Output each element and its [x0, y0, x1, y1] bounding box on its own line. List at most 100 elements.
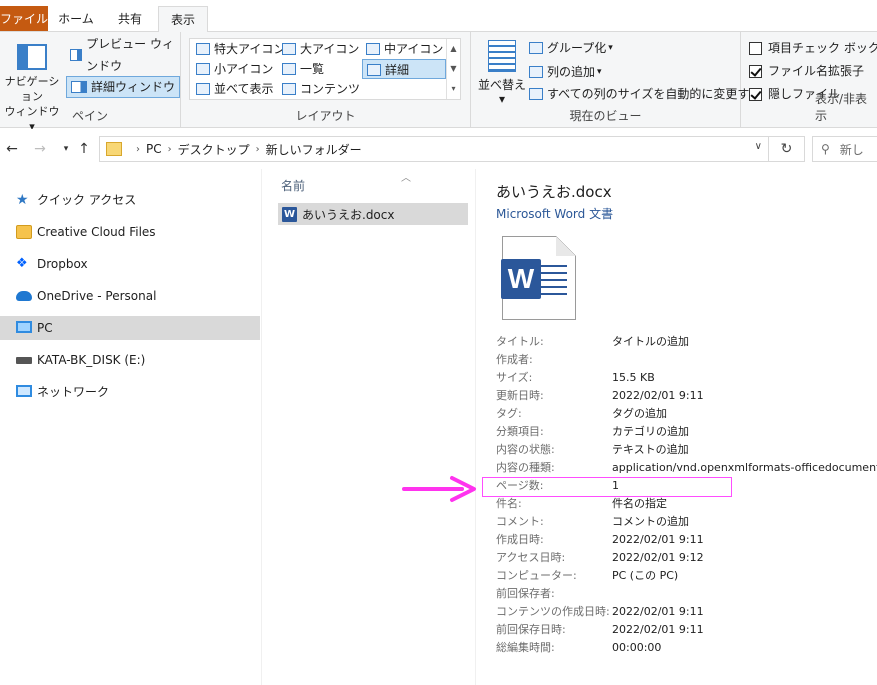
gallery-expand-icon[interactable]: ▾	[447, 79, 460, 99]
refresh-button[interactable]: ↻	[769, 136, 805, 162]
forward-button[interactable]: →	[30, 139, 50, 159]
address-toolbar: ← → ▾ ↑ › PC › デスクトップ › 新しいフォルダー ∨ ↻ ⚲ 新…	[0, 129, 877, 169]
property-value[interactable]: 件名の指定	[612, 495, 667, 513]
network-icon	[16, 385, 32, 397]
pc-icon	[16, 321, 32, 333]
layout-tiles[interactable]: 並べて表示	[192, 79, 278, 99]
property-value[interactable]: カテゴリの追加	[612, 423, 689, 441]
group-by-label: グループ化	[547, 41, 607, 55]
sort-by-button[interactable]: 並べ替え▾	[477, 40, 527, 106]
navigation-pane: ★ クイック アクセス Creative Cloud Files ❖ Dropb…	[0, 169, 262, 685]
breadcrumb-pc[interactable]: PC	[146, 142, 162, 156]
layout-content[interactable]: コンテンツ	[278, 79, 362, 99]
search-placeholder: 新し	[839, 142, 864, 157]
property-value[interactable]: コメントの追加	[612, 513, 689, 531]
nav-item-onedrive[interactable]: OneDrive - Personal	[0, 284, 260, 308]
property-value[interactable]: 2022/02/01 9:11	[612, 621, 704, 639]
breadcrumb-desktop[interactable]: デスクトップ	[178, 141, 250, 158]
layout-small-icons[interactable]: 小アイコン	[192, 59, 278, 79]
nav-item-dropbox[interactable]: ❖ Dropbox	[0, 252, 260, 276]
details-file-name: あいうえお.docx	[496, 183, 612, 201]
property-value[interactable]: 15.5 KB	[612, 369, 655, 387]
scroll-up-icon[interactable]: ▲	[447, 39, 460, 59]
preview-pane-button[interactable]: プレビュー ウィンドウ	[66, 37, 180, 73]
navigation-pane-icon	[17, 44, 47, 70]
file-row[interactable]: W あいうえお.docx	[278, 203, 468, 225]
breadcrumb-new-folder[interactable]: 新しいフォルダー	[266, 141, 362, 158]
file-list: ︿ 名前 W あいうえお.docx	[263, 169, 475, 685]
breadcrumb-separator[interactable]: ›	[256, 144, 260, 155]
up-button[interactable]: ↑	[74, 139, 94, 159]
file-extensions-checkbox[interactable]	[749, 64, 762, 78]
property-row: 作成日時: 2022/02/01 9:11	[496, 531, 877, 549]
group-by-button[interactable]: グループ化 ▾	[529, 38, 613, 58]
page-fold-icon	[556, 236, 576, 256]
tab-file[interactable]: ファイル	[0, 6, 48, 31]
item-checkboxes-toggle[interactable]: 項目チェック ボックス	[749, 38, 877, 58]
nav-item-creative-cloud[interactable]: Creative Cloud Files	[0, 220, 260, 244]
tab-home[interactable]: ホーム	[52, 6, 100, 32]
add-columns-icon	[529, 66, 543, 78]
property-value[interactable]: PC (この PC)	[612, 567, 678, 585]
tab-share[interactable]: 共有	[106, 6, 154, 32]
navigation-pane-label: ナビゲーション ウィンドウ▾	[4, 75, 60, 133]
item-checkboxes-checkbox[interactable]	[749, 41, 762, 55]
property-value[interactable]: 00:00:00	[612, 639, 661, 657]
address-history-chevron-icon[interactable]: ∨	[755, 141, 762, 152]
back-button[interactable]: ←	[2, 139, 22, 159]
file-extensions-toggle[interactable]: ファイル名拡張子	[749, 61, 864, 81]
layout-medium-icons[interactable]: 中アイコン	[362, 39, 446, 59]
onedrive-icon	[16, 291, 32, 301]
nav-item-drive-e[interactable]: KATA-BK_DISK (E:)	[0, 348, 260, 372]
layout-large-icons[interactable]: 大アイコン	[278, 39, 362, 59]
property-label: 総編集時間:	[496, 641, 555, 654]
nav-item-label: PC	[37, 321, 53, 335]
scroll-down-icon[interactable]: ▼	[447, 59, 460, 79]
nav-item-network[interactable]: ネットワーク	[0, 380, 260, 404]
recent-locations-button[interactable]: ▾	[56, 139, 76, 159]
breadcrumb-separator[interactable]: ›	[136, 144, 140, 155]
nav-item-label: KATA-BK_DISK (E:)	[37, 353, 146, 367]
nav-item-quick-access[interactable]: ★ クイック アクセス	[0, 188, 260, 212]
property-value[interactable]: テキストの追加	[612, 441, 689, 459]
details-pane-button[interactable]: 詳細ウィンドウ	[66, 76, 180, 98]
layout-details[interactable]: 詳細	[362, 59, 446, 79]
tiles-icon	[196, 83, 210, 95]
property-value[interactable]: 2022/02/01 9:12	[612, 549, 704, 567]
layout-list[interactable]: 一覧	[278, 59, 362, 79]
address-field[interactable]: › PC › デスクトップ › 新しいフォルダー ∨	[99, 136, 769, 162]
layout-gallery-scroll[interactable]: ▲ ▼ ▾	[446, 39, 460, 99]
property-value[interactable]: 2022/02/01 9:11	[612, 603, 704, 621]
annotation-arrow-icon	[402, 476, 476, 502]
property-value[interactable]: 2022/02/01 9:11	[612, 387, 704, 405]
size-all-columns-button[interactable]: すべての列のサイズを自動的に変更する	[529, 84, 761, 104]
show-hide-group: 項目チェック ボックス ファイル名拡張子 隠しファイル 表示/非表示	[741, 32, 877, 128]
property-value[interactable]: タイトルの追加	[612, 333, 689, 351]
property-row: アクセス日時: 2022/02/01 9:12	[496, 549, 877, 567]
nav-item-label: Creative Cloud Files	[37, 225, 156, 239]
pane-group-label: ペイン	[71, 109, 108, 123]
navigation-pane-button[interactable]: ナビゲーション ウィンドウ▾	[2, 40, 62, 133]
layout-extra-large-icons[interactable]: 特大アイコン	[192, 39, 285, 59]
property-value[interactable]: 2022/02/01 9:11	[612, 531, 704, 549]
property-row: 前回保存者:	[496, 585, 877, 603]
arrow-up-icon: ↑	[78, 141, 90, 157]
show-hide-group-label: 表示/非表示	[815, 92, 868, 123]
dropbox-icon: ❖	[16, 256, 28, 271]
nav-item-label: ネットワーク	[37, 385, 110, 399]
property-row: 分類項目: カテゴリの追加	[496, 423, 877, 441]
nav-item-pc[interactable]: PC	[0, 316, 260, 340]
search-input[interactable]: ⚲ 新し	[812, 136, 877, 162]
breadcrumb-separator[interactable]: ›	[168, 144, 172, 155]
large-icons-icon	[282, 43, 296, 55]
details-icon	[367, 64, 381, 76]
column-header-name[interactable]: 名前	[281, 177, 305, 194]
hidden-items-checkbox[interactable]	[749, 87, 762, 101]
add-columns-button[interactable]: 列の追加 ▾	[529, 62, 602, 82]
word-logo-icon: W	[501, 259, 541, 299]
property-value[interactable]: タグの追加	[612, 405, 667, 423]
property-value[interactable]: application/vnd.openxmlformats-officedoc…	[612, 459, 877, 477]
tab-view[interactable]: 表示	[158, 6, 208, 33]
property-row: 作成者:	[496, 351, 877, 369]
list-icon	[282, 63, 296, 75]
